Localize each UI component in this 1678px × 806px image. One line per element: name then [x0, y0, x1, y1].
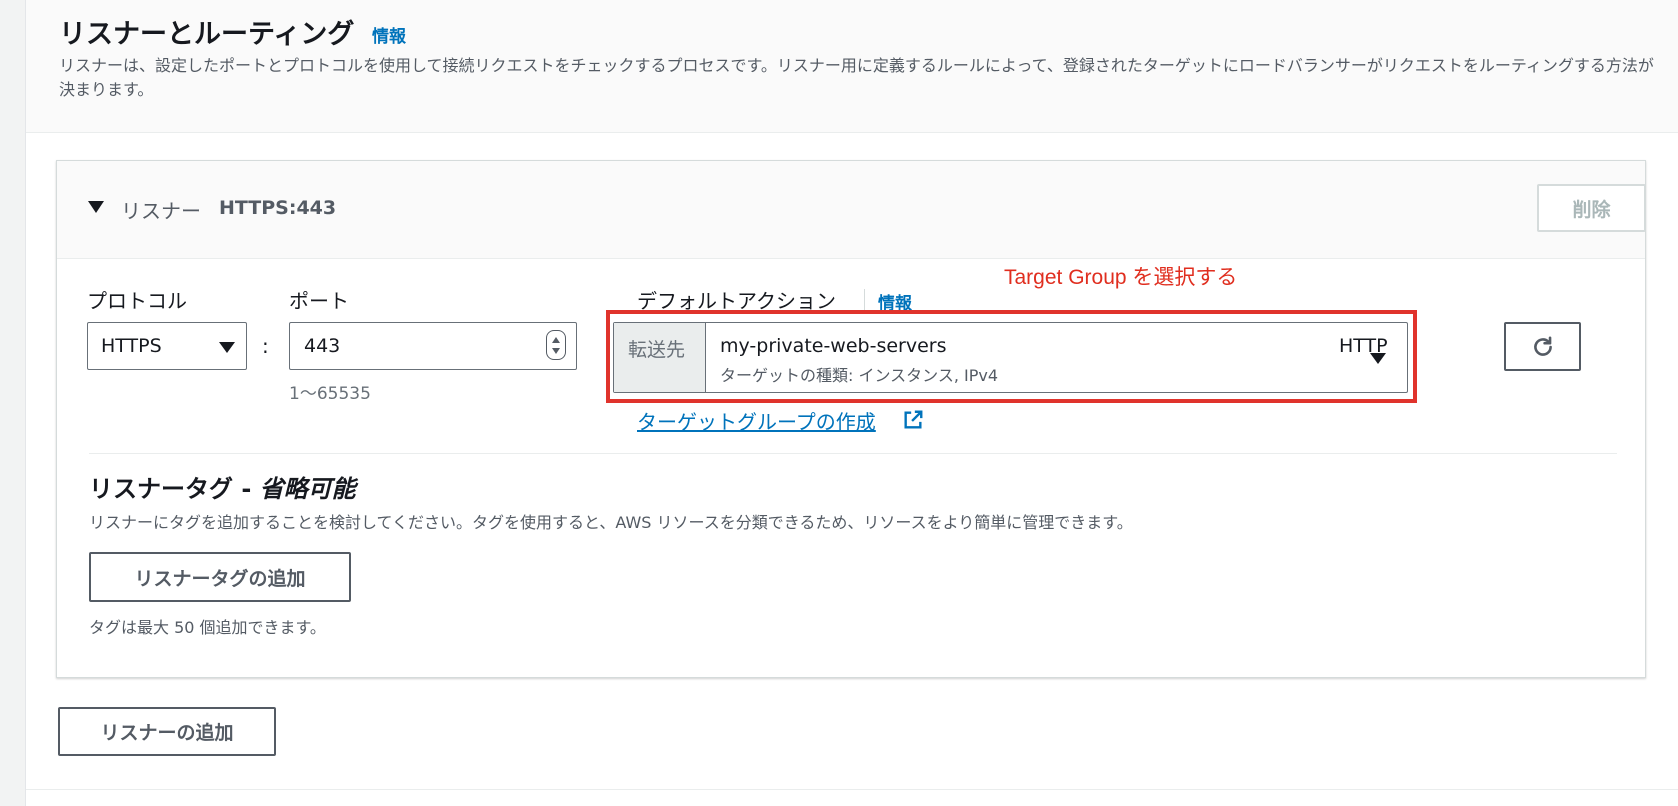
port-separator: : — [262, 334, 269, 358]
listener-label: リスナー — [121, 199, 201, 223]
left-rail — [0, 0, 26, 806]
refresh-button[interactable] — [1504, 322, 1581, 371]
external-link-icon[interactable] — [902, 409, 924, 431]
create-target-group-link[interactable]: ターゲットグループの作成 — [637, 406, 876, 435]
listeners-routing-section: リスナーとルーティング 情報 リスナーは、設定したポートとプロトコルを使用して接… — [26, 0, 1678, 806]
chevron-down-icon — [1370, 353, 1386, 364]
add-listener-tag-button[interactable]: リスナータグの追加 — [89, 552, 351, 602]
forward-prefix: 転送先 — [614, 323, 706, 392]
section-info-link[interactable]: 情報 — [372, 22, 406, 47]
listener-tags-title-main: リスナータグ - — [89, 475, 260, 503]
chevron-down-icon — [219, 342, 235, 353]
protocol-select[interactable]: HTTPS — [87, 322, 247, 370]
target-group-dropdown[interactable]: my-private-web-servers ターゲットの種類: インスタンス,… — [706, 323, 1407, 392]
target-group-name: my-private-web-servers — [720, 335, 947, 357]
section-header: リスナーとルーティング 情報 リスナーは、設定したポートとプロトコルを使用して接… — [26, 0, 1678, 133]
delete-listener-button[interactable]: 削除 — [1537, 184, 1646, 232]
target-group-select[interactable]: 転送先 my-private-web-servers ターゲットの種類: インス… — [613, 322, 1408, 393]
listener-value: HTTPS:443 — [219, 197, 337, 219]
stepper-icon[interactable] — [546, 330, 566, 360]
port-range-hint: 1〜65535 — [289, 384, 371, 404]
listener-tags-optional: 省略可能 — [259, 475, 356, 503]
section-title: リスナーとルーティング — [59, 19, 355, 50]
listener-card: リスナー HTTPS:443 削除 プロトコル HTTPS : ポート 1〜65… — [56, 160, 1646, 678]
protocol-label: プロトコル — [87, 289, 187, 313]
port-input[interactable] — [289, 322, 577, 370]
tags-limit-hint: タグは最大 50 個追加できます。 — [89, 618, 326, 637]
add-listener-button[interactable]: リスナーの追加 — [58, 707, 276, 756]
port-label: ポート — [289, 289, 349, 313]
target-group-type: ターゲットの種類: インスタンス, IPv4 — [720, 366, 999, 385]
listener-tags-title: リスナータグ - 省略可能 — [89, 469, 356, 504]
bottom-divider — [26, 789, 1678, 790]
protocol-select-value: HTTPS — [101, 335, 162, 357]
listener-tags-description: リスナーにタグを追加することを検討してください。タグを使用すると、AWS リソー… — [89, 513, 1133, 532]
annotation-text: Target Group を選択する — [1004, 266, 1238, 289]
card-divider — [89, 453, 1617, 454]
section-description: リスナーは、設定したポートとプロトコルを使用して接続リクエストをチェックするプロ… — [59, 56, 1654, 99]
caret-down-icon[interactable] — [88, 201, 104, 213]
refresh-icon — [1533, 335, 1552, 356]
listener-card-header: リスナー HTTPS:443 削除 — [57, 161, 1646, 259]
forward-prefix-label: 転送先 — [628, 339, 686, 361]
